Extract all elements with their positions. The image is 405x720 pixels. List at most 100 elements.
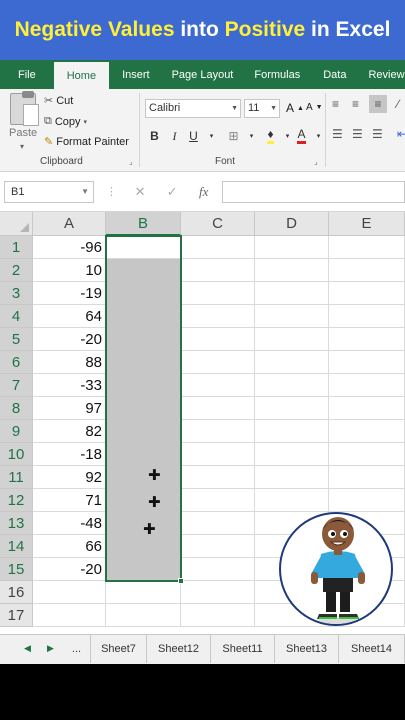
row-header[interactable]: 15 <box>0 558 33 581</box>
cell-e8[interactable] <box>329 397 405 420</box>
insert-function-button[interactable]: fx <box>199 184 208 200</box>
cell-e11[interactable] <box>329 466 405 489</box>
tab-page-layout[interactable]: Page Layout <box>163 60 243 89</box>
column-header-a[interactable]: A <box>33 212 106 236</box>
orientation-icon[interactable]: ⁄ <box>397 97 399 111</box>
cell-c3[interactable] <box>181 282 255 305</box>
cell-d5[interactable] <box>255 328 329 351</box>
cell-a8[interactable]: 97 <box>33 397 106 420</box>
tab-file[interactable]: File <box>0 60 54 89</box>
underline-button[interactable]: U <box>185 127 202 145</box>
tab-review[interactable]: Review <box>357 60 405 89</box>
align-center-icon[interactable]: ☰ <box>352 127 363 141</box>
cell-c7[interactable] <box>181 374 255 397</box>
cancel-icon[interactable]: ✕ <box>135 184 146 200</box>
cell-c14[interactable] <box>181 535 255 558</box>
column-header-e[interactable]: E <box>329 212 405 236</box>
cell-c12[interactable] <box>181 489 255 512</box>
tab-home[interactable]: Home <box>53 62 110 89</box>
row-header[interactable]: 14 <box>0 535 33 558</box>
cell-a5[interactable]: -20 <box>33 328 106 351</box>
paste-button[interactable]: Paste ▾ <box>6 91 40 151</box>
row-header[interactable]: 16 <box>0 581 33 604</box>
copy-button[interactable]: ⧉ Copy ▾ <box>44 115 87 128</box>
cell-a10[interactable]: -18 <box>33 443 106 466</box>
cell-a7[interactable]: -33 <box>33 374 106 397</box>
name-box[interactable]: B1 ▼ <box>4 181 94 203</box>
cell-d8[interactable] <box>255 397 329 420</box>
font-name-select[interactable]: Calibri ▼ <box>145 99 241 118</box>
cell-b16[interactable] <box>106 581 181 604</box>
cell-b7[interactable] <box>106 374 181 397</box>
font-size-select[interactable]: 11 ▼ <box>244 99 280 118</box>
cell-c10[interactable] <box>181 443 255 466</box>
cell-c9[interactable] <box>181 420 255 443</box>
cell-a11[interactable]: 92 <box>33 466 106 489</box>
sheet-tab[interactable]: Sheet12 <box>147 635 211 663</box>
cell-c5[interactable] <box>181 328 255 351</box>
cell-b17[interactable] <box>106 604 181 627</box>
cell-c2[interactable] <box>181 259 255 282</box>
cell-b14[interactable] <box>106 535 181 558</box>
tab-data[interactable]: Data <box>312 60 357 89</box>
cell-d6[interactable] <box>255 351 329 374</box>
cell-b8[interactable] <box>106 397 181 420</box>
cell-b6[interactable] <box>106 351 181 374</box>
cell-b10[interactable] <box>106 443 181 466</box>
cell-a12[interactable]: 71 <box>33 489 106 512</box>
cell-b4[interactable] <box>106 305 181 328</box>
cell-c16[interactable] <box>181 581 255 604</box>
cell-d11[interactable] <box>255 466 329 489</box>
decrease-font-size-button[interactable]: A ▼ <box>306 102 323 113</box>
tab-insert[interactable]: Insert <box>109 60 163 89</box>
cell-c17[interactable] <box>181 604 255 627</box>
cell-d9[interactable] <box>255 420 329 443</box>
cell-e2[interactable] <box>329 259 405 282</box>
fill-color-button[interactable]: ♦ <box>262 127 279 145</box>
font-dialog-launcher-icon[interactable]: ⌟ <box>314 157 318 166</box>
cell-b12[interactable] <box>106 489 181 512</box>
cell-e6[interactable] <box>329 351 405 374</box>
cell-b1[interactable] <box>106 236 181 259</box>
align-bottom-icon[interactable]: ≡ <box>369 95 387 113</box>
row-header[interactable]: 8 <box>0 397 33 420</box>
chevron-down-icon[interactable]: ▾ <box>243 127 260 145</box>
sheet-tab[interactable]: Sheet11 <box>211 635 275 663</box>
cell-a1[interactable]: -96 <box>33 236 106 259</box>
cell-e4[interactable] <box>329 305 405 328</box>
cell-d1[interactable] <box>255 236 329 259</box>
cell-c15[interactable] <box>181 558 255 581</box>
cell-b11[interactable] <box>106 466 181 489</box>
cell-b2[interactable] <box>106 259 181 282</box>
cell-c13[interactable] <box>181 512 255 535</box>
row-header[interactable]: 9 <box>0 420 33 443</box>
font-color-button[interactable]: A <box>293 127 310 145</box>
cell-d3[interactable] <box>255 282 329 305</box>
cell-e7[interactable] <box>329 374 405 397</box>
borders-icon[interactable]: ⊞ <box>225 127 242 145</box>
cell-a3[interactable]: -19 <box>33 282 106 305</box>
cell-e9[interactable] <box>329 420 405 443</box>
cell-d2[interactable] <box>255 259 329 282</box>
indent-icon[interactable]: ⇤ <box>397 127 405 141</box>
cell-b15[interactable] <box>106 558 181 581</box>
align-right-icon[interactable]: ☰ <box>372 127 383 141</box>
cell-b3[interactable] <box>106 282 181 305</box>
clipboard-dialog-launcher-icon[interactable]: ⌟ <box>129 157 133 166</box>
row-header[interactable]: 10 <box>0 443 33 466</box>
cell-a6[interactable]: 88 <box>33 351 106 374</box>
cell-d12[interactable] <box>255 489 329 512</box>
cell-c11[interactable] <box>181 466 255 489</box>
cell-a17[interactable] <box>33 604 106 627</box>
row-header[interactable]: 11 <box>0 466 33 489</box>
cell-d10[interactable] <box>255 443 329 466</box>
column-header-b[interactable]: B <box>106 212 181 236</box>
column-header-d[interactable]: D <box>255 212 329 236</box>
cell-a14[interactable]: 66 <box>33 535 106 558</box>
sheet-tab[interactable]: Sheet14 <box>339 635 405 663</box>
cell-b5[interactable] <box>106 328 181 351</box>
row-header[interactable]: 12 <box>0 489 33 512</box>
formula-input[interactable] <box>222 181 405 203</box>
row-header[interactable]: 6 <box>0 351 33 374</box>
bold-button[interactable]: B <box>146 127 163 145</box>
